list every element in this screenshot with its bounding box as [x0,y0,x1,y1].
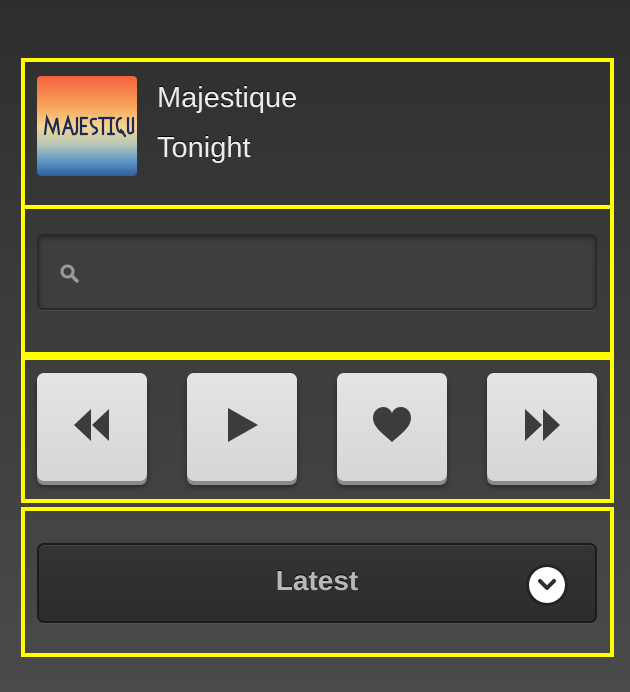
search-panel [21,209,614,356]
track-title: Tonight [157,132,251,164]
album-art-logo [43,113,135,138]
favorite-button[interactable] [337,373,447,481]
play-icon [224,406,260,449]
heart-icon [371,406,413,449]
sort-select-label: Latest [275,565,359,596]
album-art [37,76,137,176]
rewind-button[interactable] [37,373,147,481]
now-playing-panel: Majestique Tonight [21,58,614,209]
search-input[interactable] [95,254,575,290]
search-field[interactable] [37,234,597,310]
search-icon [59,263,81,290]
filter-panel: Latest [21,507,614,657]
chevron-down-icon [529,567,565,603]
rewind-icon [72,407,112,448]
artist-name: Majestique [157,82,298,114]
play-button[interactable] [187,373,297,481]
fast-forward-icon [522,407,562,448]
playback-controls [21,356,614,503]
fast-forward-button[interactable] [487,373,597,481]
sort-select[interactable]: Latest [37,543,597,623]
